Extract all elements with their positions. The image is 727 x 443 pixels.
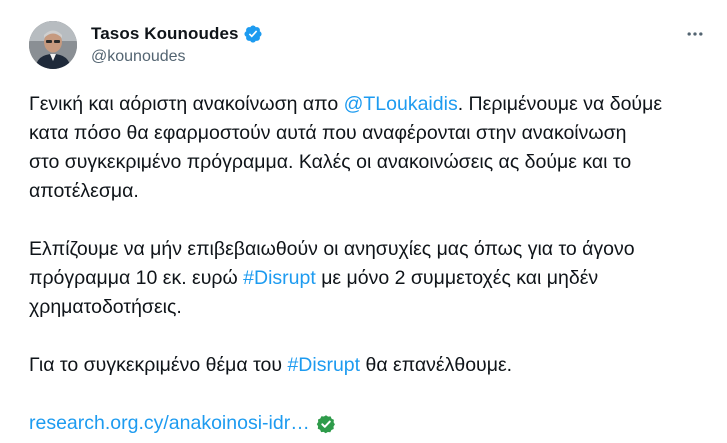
- text-line: αποτέλεσμα.: [29, 180, 139, 202]
- author-handle[interactable]: @kounoudes: [91, 46, 186, 68]
- hashtag-link[interactable]: #Disrupt: [243, 267, 316, 289]
- mention-link[interactable]: @TLoukaidis: [344, 93, 458, 115]
- hashtag-link[interactable]: #Disrupt: [287, 354, 360, 376]
- text-line: στο συγκεκριμένο πρόγραμμα. Καλές οι ανα…: [29, 151, 632, 173]
- text-line: χρηματοδοτήσεις.: [29, 296, 182, 318]
- tweet-paragraph-2: Ελπίζουμε να μήν επιβεβαιωθούν οι ανησυχ…: [29, 235, 719, 322]
- avatar-image: [29, 21, 77, 69]
- text-segment: θα επανέλθουμε.: [360, 354, 513, 376]
- tweet: Tasos Kounoudes @kounoudes Γενική και αό…: [0, 0, 727, 434]
- author-display-name[interactable]: Tasos Kounoudes: [91, 24, 239, 44]
- text-segment: με μόνο 2 συμμετοχές και μηδέν: [315, 267, 599, 289]
- text-segment: Γενική και αόριστη ανακοίνωση απο: [29, 93, 344, 115]
- more-dots-icon: [687, 32, 703, 36]
- verified-badge-icon: [243, 24, 263, 44]
- text-line: πρόγραμμα 10 εκ. ευρώ #Disrupt με μόνο 2…: [29, 264, 719, 293]
- text-line: Γενική και αόριστη ανακοίνωση απο @TLouk…: [29, 90, 719, 119]
- text-segment: πρόγραμμα 10 εκ. ευρώ: [29, 267, 244, 289]
- text-segment: . Περιμένουμε να δούμε: [457, 93, 663, 115]
- text-line: Για το συγκεκριμένο θέμα του #Disrupt θα…: [29, 351, 719, 380]
- text-line: κατα πόσο θα εφαρμοστούν αυτά που αναφέρ…: [29, 122, 627, 144]
- tweet-paragraph-1: Γενική και αόριστη ανακοίνωση απο @TLouk…: [29, 90, 719, 206]
- avatar[interactable]: [29, 21, 77, 69]
- text-line: Ελπίζουμε να μήν επιβεβαιωθούν οι ανησυχ…: [29, 238, 635, 260]
- text-segment: Για το συγκεκριμένο θέμα του: [29, 354, 288, 376]
- more-options-button[interactable]: [683, 22, 707, 46]
- tweet-text: Γενική και αόριστη ανακοίνωση απο @TLouk…: [29, 90, 719, 438]
- author-name-row: Tasos Kounoudes: [91, 22, 263, 46]
- check-circle-icon: [316, 414, 336, 434]
- tweet-paragraph-3: Για το συγκεκριμένο θέμα του #Disrupt θα…: [29, 351, 719, 380]
